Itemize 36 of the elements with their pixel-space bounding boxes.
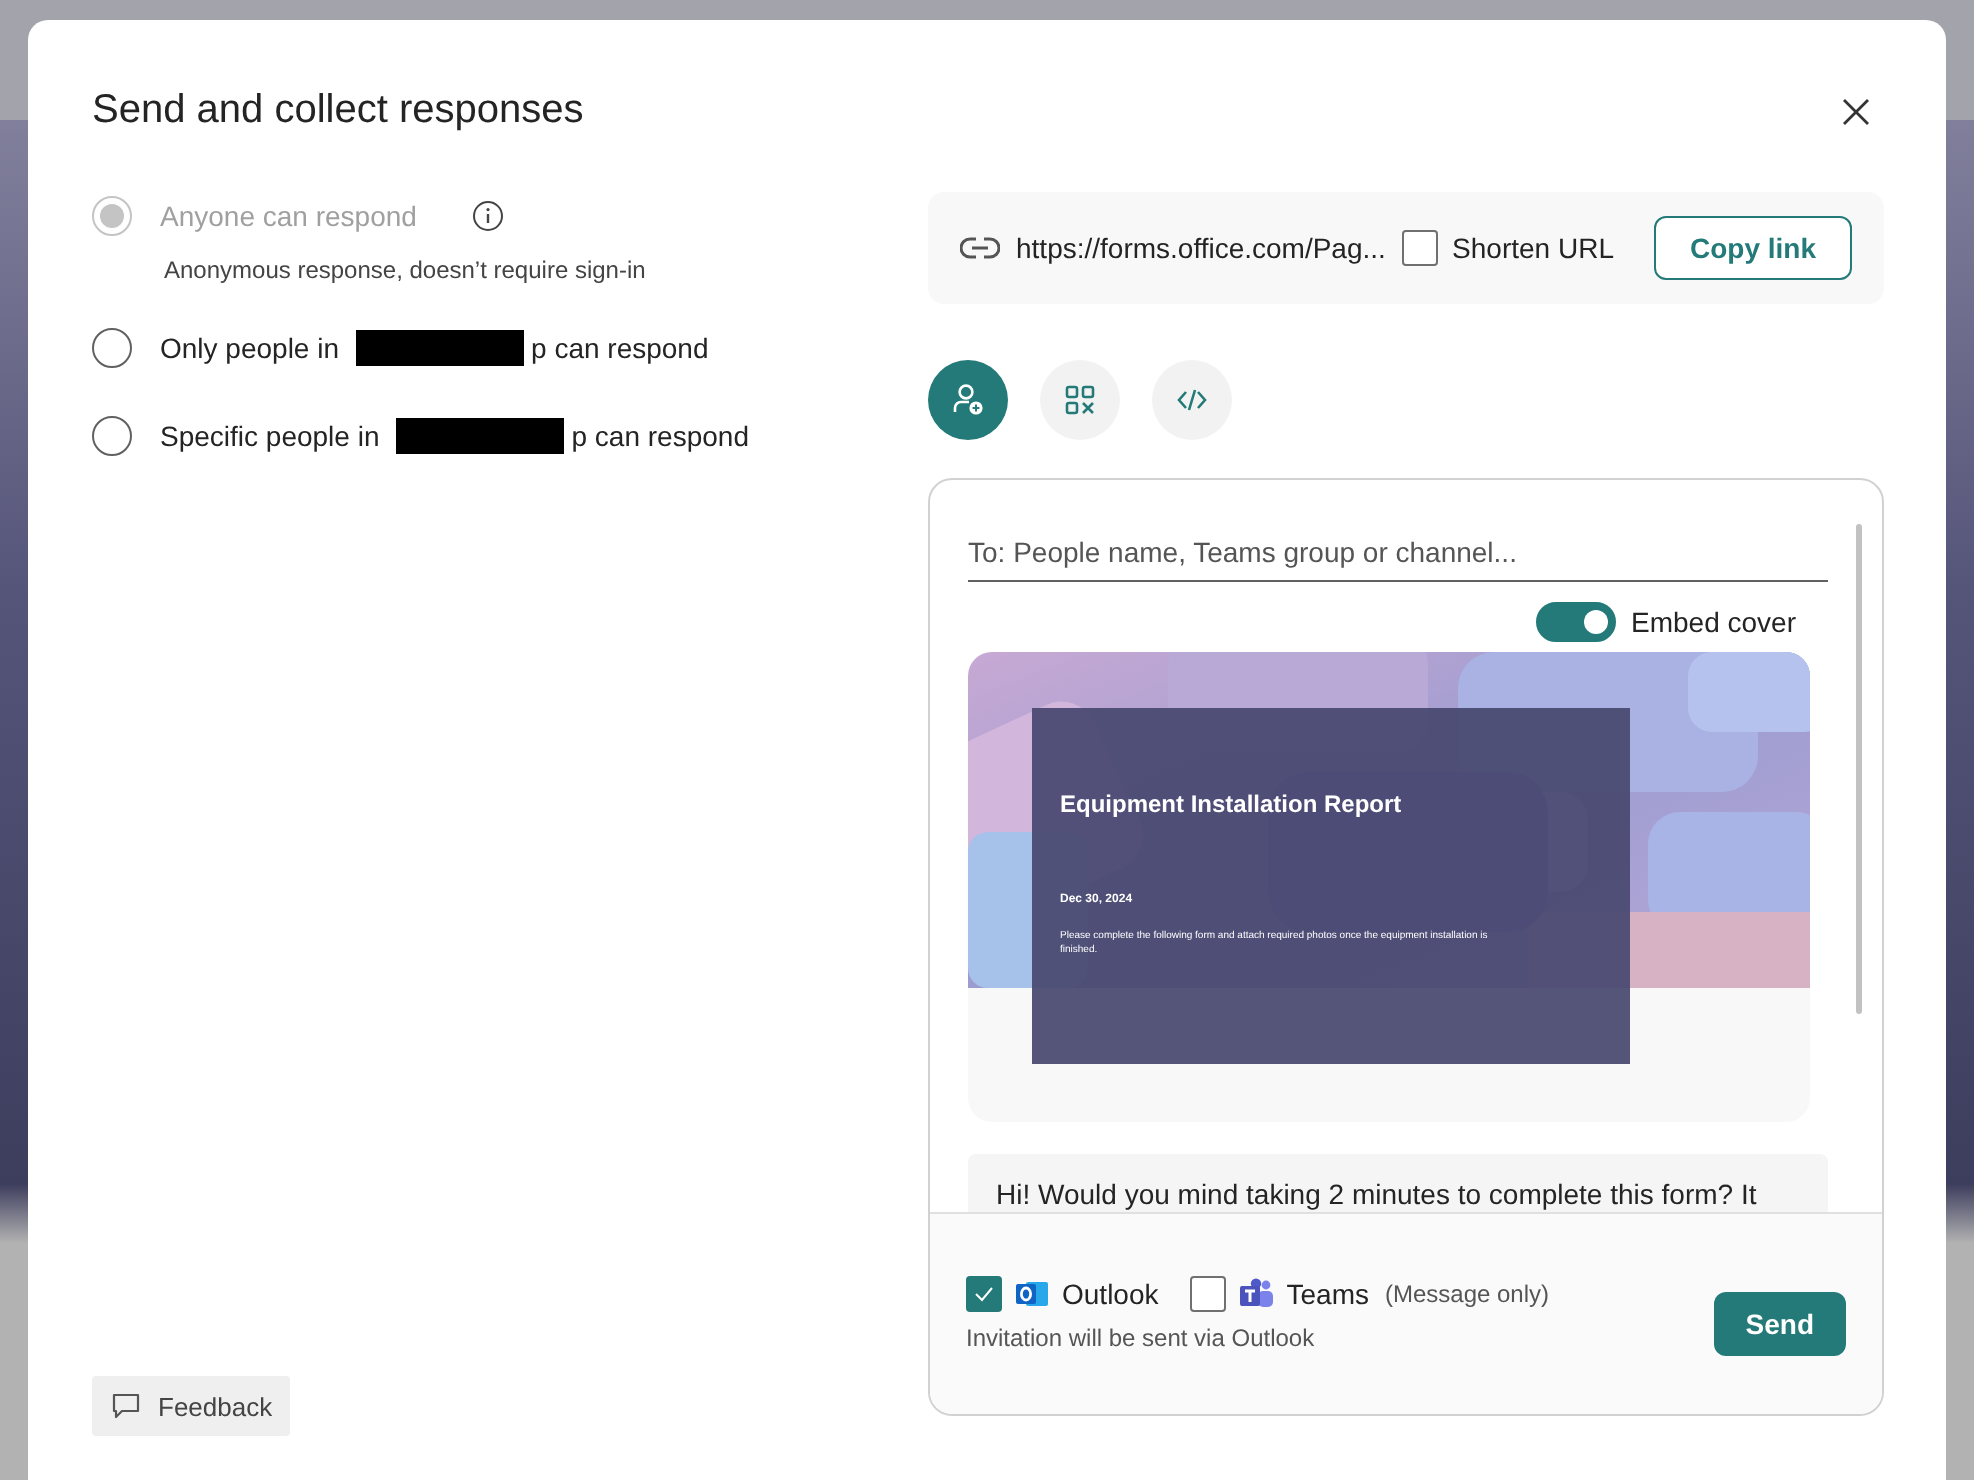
share-mode-button[interactable] (1152, 360, 1232, 440)
copy-link-button[interactable]: Copy link (1653, 216, 1852, 280)
teams-icon (1238, 1276, 1275, 1312)
option-label: Specific people in p can respond (160, 418, 749, 454)
close-button[interactable] (1838, 93, 1874, 129)
feedback-button[interactable]: Feedback (92, 1376, 291, 1436)
radio-button[interactable] (92, 416, 132, 456)
cover-title: Equipment Installation Report (1060, 790, 1404, 818)
hint-text: Invitation will be sent via Outlook (966, 1324, 1317, 1352)
radio-button[interactable] (92, 328, 132, 368)
share-mode-button[interactable] (928, 360, 1008, 440)
toggle-label: Embed cover (1631, 606, 1796, 638)
dialog-title: Send and collect responses (92, 88, 584, 134)
outlook-icon (1014, 1276, 1050, 1312)
scrollbar[interactable] (1856, 524, 1862, 1014)
option-description: Anonymous response, doesn’t require sign-in (164, 256, 648, 284)
checkbox[interactable] (1402, 230, 1439, 266)
option-label: Only people in p can respond (160, 330, 709, 366)
channel-note: (Message only) (1384, 1280, 1550, 1308)
checkbox[interactable] (966, 1276, 1002, 1312)
channel-label: Teams (1286, 1278, 1369, 1310)
qr-code-icon (1064, 384, 1096, 416)
close-icon (1842, 97, 1870, 125)
link-icon (960, 236, 1000, 260)
option-label: Anyone can respond (160, 200, 417, 232)
channel-label: Outlook (1062, 1278, 1159, 1310)
toggle-switch[interactable] (1535, 602, 1616, 642)
chat-icon (110, 1390, 142, 1422)
send-button[interactable]: Send (1713, 1292, 1846, 1356)
form-url: https://forms.office.com/Pag... (1016, 232, 1386, 264)
checkbox-label: Shorten URL (1452, 232, 1614, 264)
person-add-icon (950, 382, 986, 418)
share-mode-button[interactable] (1040, 360, 1120, 440)
checkbox[interactable] (1190, 1276, 1227, 1312)
code-icon (1176, 384, 1208, 416)
check-icon (974, 1286, 994, 1302)
